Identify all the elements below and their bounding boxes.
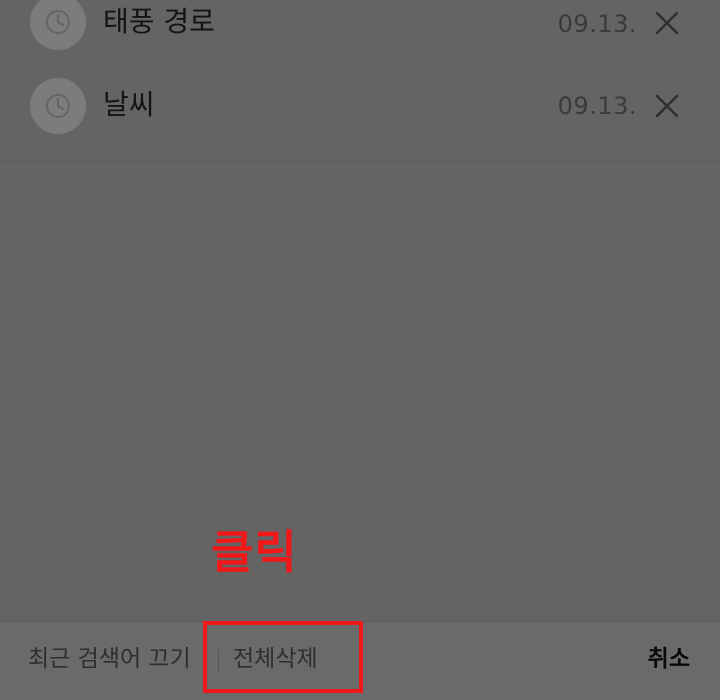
list-divider [0, 194, 720, 195]
clock-icon [30, 0, 86, 50]
turn-off-recent-searches-button[interactable]: 최근 검색어 끄기 [28, 644, 191, 674]
history-keyword[interactable]: 날씨 [103, 88, 155, 122]
cancel-button[interactable]: 취소 [648, 644, 690, 674]
close-icon[interactable] [654, 10, 680, 36]
search-history-list: 태풍 경로 09.13. 날씨 09.13. [0, 0, 720, 160]
history-item[interactable]: 태풍 경로 09.13. [0, 0, 720, 62]
history-item[interactable]: 날씨 09.13. [0, 66, 720, 146]
search-history-screen: 태풍 경로 09.13. 날씨 09.13. 클릭 최근 검색어 끄기 전체삭제… [0, 0, 720, 700]
history-keyword[interactable]: 태풍 경로 [103, 5, 215, 39]
close-icon[interactable] [654, 93, 680, 119]
list-divider [0, 160, 720, 161]
click-highlight-box [203, 621, 363, 693]
history-date: 09.13. [557, 92, 637, 120]
click-annotation-label: 클릭 [211, 525, 298, 579]
history-date: 09.13. [557, 10, 637, 38]
clock-icon [30, 78, 86, 134]
